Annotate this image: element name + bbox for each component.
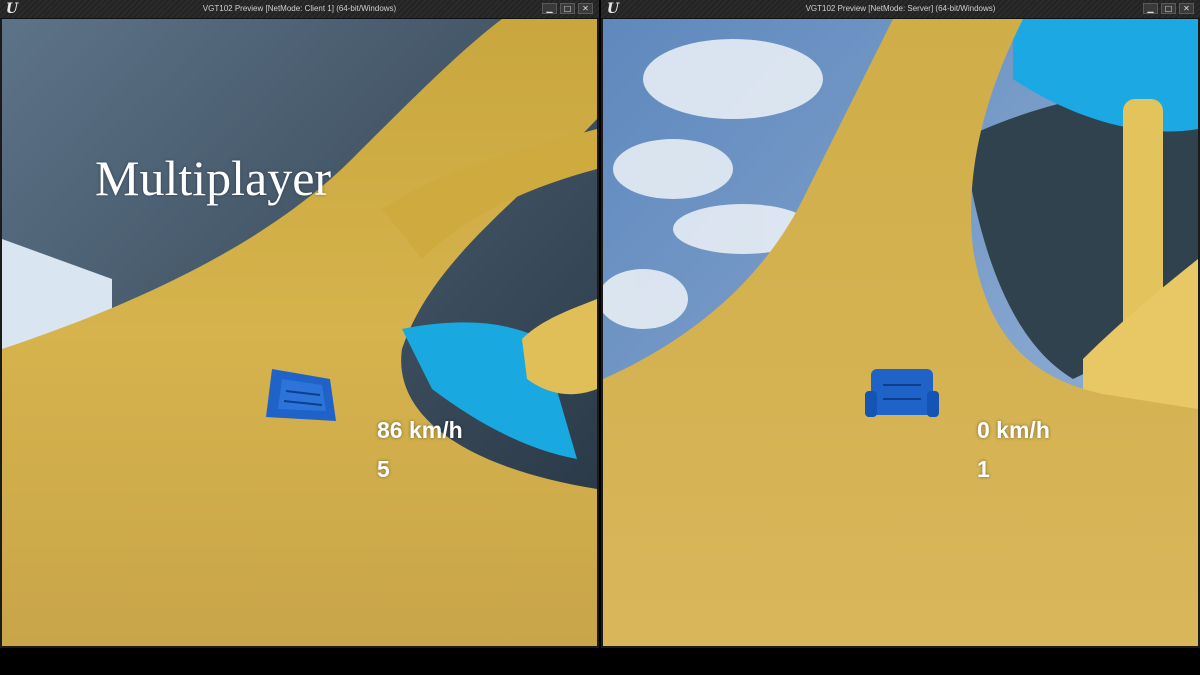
- window-titlebar[interactable]: U VGT102 Preview [NetMode: Server] (64-b…: [601, 0, 1200, 19]
- close-button[interactable]: ✕: [1179, 3, 1194, 14]
- game-viewport[interactable]: 0 km/h 1: [603, 19, 1198, 646]
- game-viewport[interactable]: Multiplayer 86 km/h 5: [2, 19, 597, 646]
- minimize-button[interactable]: ▁: [1143, 3, 1158, 14]
- maximize-button[interactable]: □: [560, 3, 575, 14]
- maximize-button[interactable]: □: [1161, 3, 1176, 14]
- race-position: 1: [977, 456, 990, 482]
- client-preview-window: U VGT102 Preview [NetMode: Client 1] (64…: [0, 0, 599, 648]
- close-button[interactable]: ✕: [578, 3, 593, 14]
- player-kart: [865, 369, 939, 417]
- game-scene: [603, 19, 1198, 646]
- game-scene: [2, 19, 597, 646]
- speed-readout: 0 km/h: [977, 417, 1050, 443]
- bottom-letterbox: [0, 648, 1200, 675]
- speed-readout: 86 km/h: [377, 417, 463, 443]
- race-position: 5: [377, 456, 390, 482]
- server-preview-window: U VGT102 Preview [NetMode: Server] (64-b…: [601, 0, 1200, 648]
- window-title: VGT102 Preview [NetMode: Server] (64-bit…: [805, 4, 996, 13]
- window-title: VGT102 Preview [NetMode: Client 1] (64-b…: [202, 4, 397, 13]
- window-titlebar[interactable]: U VGT102 Preview [NetMode: Client 1] (64…: [0, 0, 599, 19]
- minimize-button[interactable]: ▁: [542, 3, 557, 14]
- multiplayer-title: Multiplayer: [95, 150, 332, 206]
